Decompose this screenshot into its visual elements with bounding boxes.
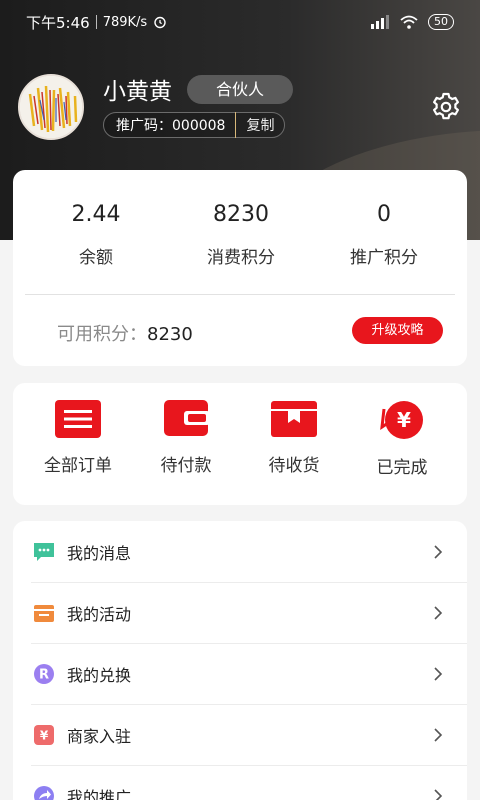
menu-label: 我的消息 [67, 543, 132, 563]
redeem-icon: R [34, 663, 54, 684]
stat-consumption-points[interactable]: 8230 消费积分 [166, 202, 316, 268]
orders-card: 全部订单 待付款 待收货 ¥ 已完成 [13, 383, 467, 505]
wifi-icon [400, 15, 418, 29]
svg-text:¥: ¥ [40, 728, 49, 742]
chevron-right-icon [434, 788, 443, 800]
status-time: 下午5:46 [26, 13, 90, 32]
merchant-icon: ¥ [34, 724, 54, 745]
available-points-value: 8230 [147, 324, 193, 345]
status-speed: 789K/s [102, 14, 148, 30]
available-points-label: 可用积分： [57, 324, 147, 345]
role-badge: 合伙人 [187, 75, 293, 104]
chevron-right-icon [434, 666, 443, 681]
stat-value: 0 [377, 202, 391, 227]
order-pending-payment[interactable]: 待付款 [136, 399, 236, 476]
svg-text:¥: ¥ [397, 408, 411, 432]
message-icon [34, 542, 54, 561]
stat-label: 推广积分 [350, 248, 418, 268]
invite-code: 推广码：000008 [116, 118, 226, 134]
order-label: 待收货 [268, 456, 320, 476]
stat-label: 余额 [79, 248, 113, 268]
store-icon [34, 604, 54, 622]
stat-label: 消费积分 [207, 248, 275, 268]
menu-item-promotion[interactable]: 我的推广 [13, 765, 467, 800]
menu-label: 商家入驻 [67, 726, 132, 746]
settings-gear-icon[interactable] [430, 91, 462, 123]
wallet-icon [164, 400, 210, 436]
stats-card: 2.44 余额 8230 消费积分 0 推广积分 可用积分：8230 升级攻略 [13, 170, 467, 366]
copy-button[interactable]: 复制 [236, 115, 284, 135]
status-bar: 下午5:46 789K/s 50 [0, 0, 480, 44]
menu-item-merchant-join[interactable]: ¥ 商家入驻 [13, 704, 467, 765]
yuan-coin-icon: ¥ [380, 401, 423, 439]
chevron-right-icon [434, 544, 443, 559]
chevron-right-icon [434, 727, 443, 742]
chevron-right-icon [434, 605, 443, 620]
order-pending-receipt[interactable]: 待收货 [244, 399, 344, 476]
order-completed[interactable]: ¥ 已完成 [352, 399, 452, 478]
menu-item-messages[interactable]: 我的消息 [13, 521, 467, 582]
menu-label: 我的活动 [67, 604, 132, 624]
menu-card: 我的消息 我的活动 R 我的兑换 ¥ 商家入驻 我的推广 [13, 521, 467, 800]
upgrade-guide-button[interactable]: 升级攻略 [352, 317, 443, 344]
order-all[interactable]: 全部订单 [28, 399, 128, 476]
available-points: 可用积分：8230 [57, 320, 193, 346]
battery-indicator: 50 [428, 14, 454, 30]
order-label: 待付款 [160, 456, 212, 476]
divider [25, 294, 455, 295]
order-label: 全部订单 [44, 456, 112, 476]
stat-balance[interactable]: 2.44 余额 [21, 202, 171, 268]
invite-code-box: 推广码：000008 复制 [103, 112, 286, 138]
stat-value: 2.44 [71, 202, 121, 227]
share-icon [34, 785, 54, 800]
list-icon [55, 400, 101, 438]
stat-promotion-points[interactable]: 0 推广积分 [309, 202, 459, 268]
menu-item-redemptions[interactable]: R 我的兑换 [13, 643, 467, 704]
alarm-icon [154, 16, 166, 29]
order-label: 已完成 [376, 458, 428, 478]
stat-value: 8230 [213, 202, 269, 227]
status-divider [95, 15, 97, 29]
box-icon [271, 401, 317, 437]
menu-label: 我的推广 [67, 787, 132, 800]
username: 小黄黄 [103, 79, 172, 105]
svg-text:R: R [39, 667, 49, 682]
menu-label: 我的兑换 [67, 665, 132, 685]
signal-icon [371, 15, 389, 29]
menu-item-activities[interactable]: 我的活动 [13, 582, 467, 643]
avatar[interactable] [18, 74, 84, 140]
